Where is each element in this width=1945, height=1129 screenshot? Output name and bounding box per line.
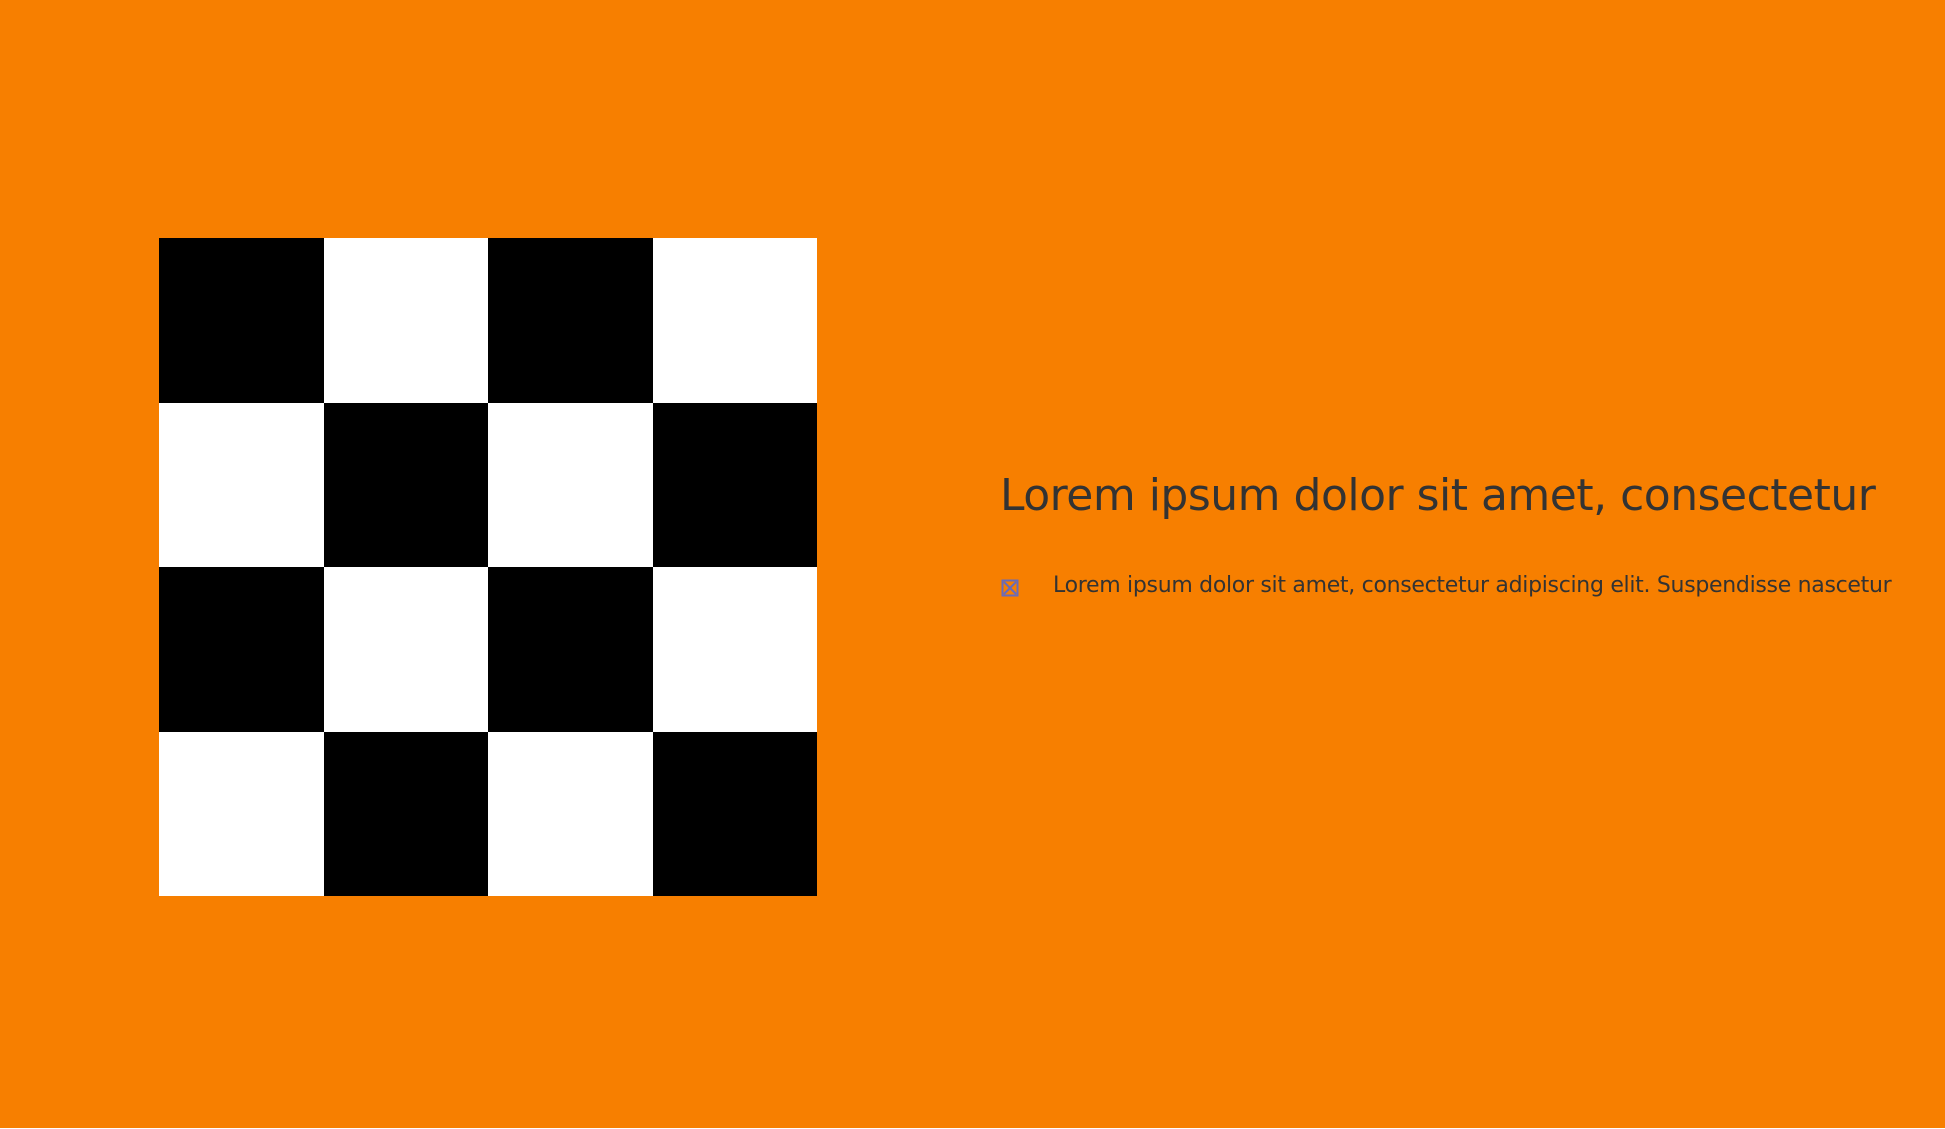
checker-cell-2-4	[652, 402, 817, 567]
checker-cell-3-3	[488, 567, 653, 732]
checker-cell-2-2	[323, 402, 488, 567]
checkbox-cross-icon	[1001, 579, 1019, 597]
checker-cell-3-2	[323, 567, 488, 732]
text-content: Lorem ipsum dolor sit amet, consectetur …	[1000, 470, 1892, 601]
slide-title: Lorem ipsum dolor sit amet, consectetur	[1000, 470, 1876, 521]
checker-cell-3-4	[652, 567, 817, 732]
checker-cell-1-2	[323, 238, 488, 403]
checker-cell-4-4	[652, 731, 817, 896]
checkerboard-image	[159, 238, 817, 896]
checker-cell-1-4	[652, 238, 817, 403]
checker-cell-2-3	[488, 402, 653, 567]
slide: Lorem ipsum dolor sit amet, consectetur …	[0, 0, 1945, 1128]
checker-cell-2-1	[159, 402, 324, 567]
checker-cell-1-1	[159, 238, 324, 403]
bullet-item: Lorem ipsum dolor sit amet, consectetur …	[1000, 571, 1892, 601]
checker-cell-4-1	[159, 731, 324, 896]
checker-cell-4-3	[488, 731, 653, 896]
bullet-text: Lorem ipsum dolor sit amet, consectetur …	[1053, 572, 1892, 598]
checker-cell-4-2	[323, 731, 488, 896]
checker-cell-1-3	[488, 238, 653, 403]
checker-cell-3-1	[159, 567, 324, 732]
